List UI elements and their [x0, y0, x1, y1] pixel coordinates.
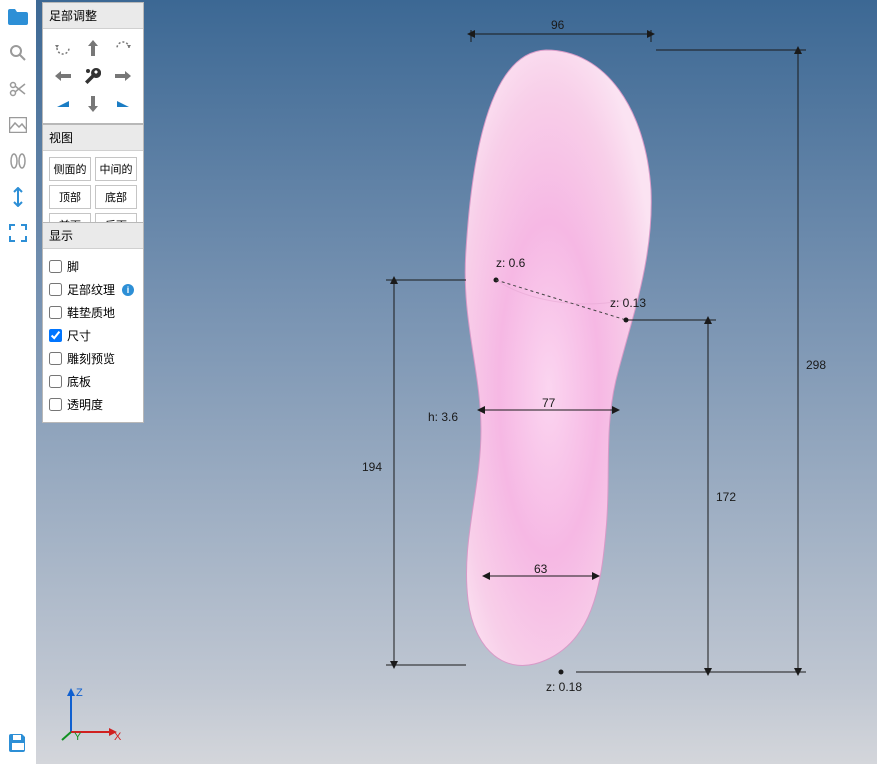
- folder-icon[interactable]: [7, 6, 29, 28]
- scissors-icon[interactable]: [7, 78, 29, 100]
- axis-gizmo: Z X Y: [56, 684, 126, 744]
- dim-z-top: z: 0.6: [496, 256, 525, 270]
- main-toolbar: [0, 0, 36, 764]
- dim-heel-width: 63: [534, 562, 547, 576]
- arrows-vertical-icon[interactable]: [7, 186, 29, 208]
- svg-text:X: X: [114, 731, 122, 743]
- svg-text:Y: Y: [74, 731, 82, 743]
- dim-h-left: h: 3.6: [428, 410, 458, 424]
- expand-icon[interactable]: [7, 222, 29, 244]
- dim-mid-width: 77: [542, 396, 555, 410]
- dim-top-width: 96: [551, 18, 564, 32]
- insole-model: [465, 50, 651, 665]
- dim-left-length: 194: [362, 460, 382, 474]
- zoom-icon[interactable]: [7, 42, 29, 64]
- model-canvas: [36, 0, 877, 764]
- footprints-icon[interactable]: [7, 150, 29, 172]
- image-icon[interactable]: [7, 114, 29, 136]
- dim-z-mid: z: 0.13: [610, 296, 646, 310]
- save-icon[interactable]: [7, 732, 29, 754]
- viewport-3d[interactable]: 足部调整 视图 侧面的中间的顶部底部前面后面 显示 脚足部纹理i鞋垫质地尺寸雕刻…: [36, 0, 877, 764]
- dim-z-bottom: z: 0.18: [546, 680, 582, 694]
- svg-text:Z: Z: [76, 687, 83, 699]
- dim-right-inner: 172: [716, 490, 736, 504]
- dim-right-length: 298: [806, 358, 826, 372]
